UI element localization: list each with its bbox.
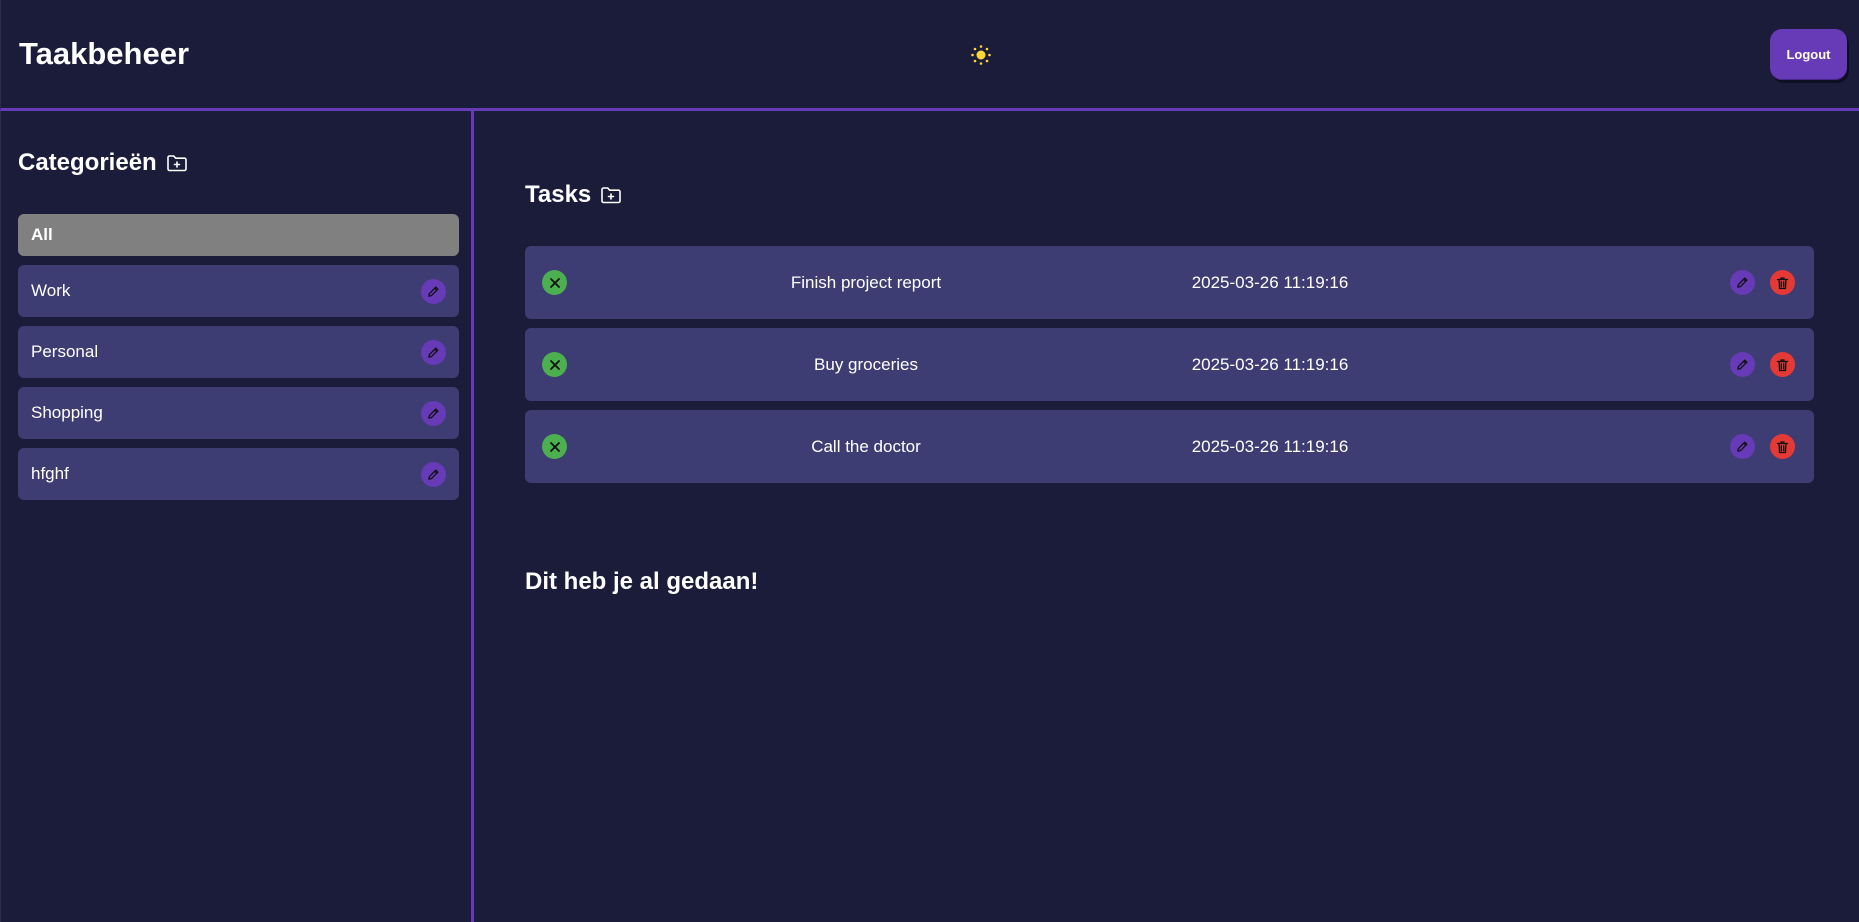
task-list: Finish project report 2025-03-26 11:19:1… [525,246,1814,492]
task-date: 2025-03-26 11:19:16 [1191,273,1349,292]
category-item-all[interactable]: All [18,214,459,256]
app-title: Taakbeheer [19,36,190,71]
category-item-personal[interactable]: Personal [18,326,459,378]
category-label: Personal [31,342,99,361]
category-label: hfghf [31,464,69,483]
pencil-icon[interactable] [421,278,446,304]
pencil-icon[interactable] [421,339,446,365]
trash-icon[interactable] [1770,352,1795,377]
category-label: Shopping [31,403,103,422]
task-row: Finish project report 2025-03-26 11:19:1… [525,246,1814,319]
sun-icon[interactable] [969,43,993,67]
categories-heading: Categorieën [18,149,189,177]
task-row: Buy groceries 2025-03-26 11:19:16 [525,328,1814,401]
category-item-hfghf[interactable]: hfghf [18,448,459,500]
close-icon[interactable] [542,434,567,459]
pencil-icon[interactable] [421,400,446,426]
pencil-icon[interactable] [421,461,446,487]
close-icon[interactable] [542,270,567,295]
logout-button[interactable]: Logout [1770,29,1847,80]
pencil-icon[interactable] [1730,352,1755,377]
folder-plus-icon[interactable] [165,151,189,175]
close-icon[interactable] [542,352,567,377]
trash-icon[interactable] [1770,434,1795,459]
category-label: Work [31,281,71,300]
tasks-heading: Tasks [525,181,623,209]
category-item-work[interactable]: Work [18,265,459,317]
app-header: Taakbeheer Logout [0,0,1859,111]
completed-heading: Dit heb je al gedaan! [525,568,759,595]
categories-heading-label: Categorieën [18,149,157,176]
category-label: All [31,225,53,244]
category-item-shopping[interactable]: Shopping [18,387,459,439]
task-title: Call the doctor [811,437,921,456]
task-date: 2025-03-26 11:19:16 [1191,437,1349,456]
task-title: Finish project report [790,273,942,292]
pencil-icon[interactable] [1730,270,1755,295]
category-list: All Work Personal Shopping hfghf [18,214,459,509]
categories-sidebar: Categorieën All Work Personal Shopping h… [0,111,474,922]
tasks-panel: Tasks Finish project report 2025-03-26 1… [474,111,1859,922]
trash-icon[interactable] [1770,270,1795,295]
task-title: Buy groceries [814,355,918,374]
folder-plus-icon[interactable] [599,183,623,207]
pencil-icon[interactable] [1730,434,1755,459]
task-row: Call the doctor 2025-03-26 11:19:16 [525,410,1814,483]
tasks-heading-label: Tasks [525,181,592,208]
task-date: 2025-03-26 11:19:16 [1191,355,1349,374]
